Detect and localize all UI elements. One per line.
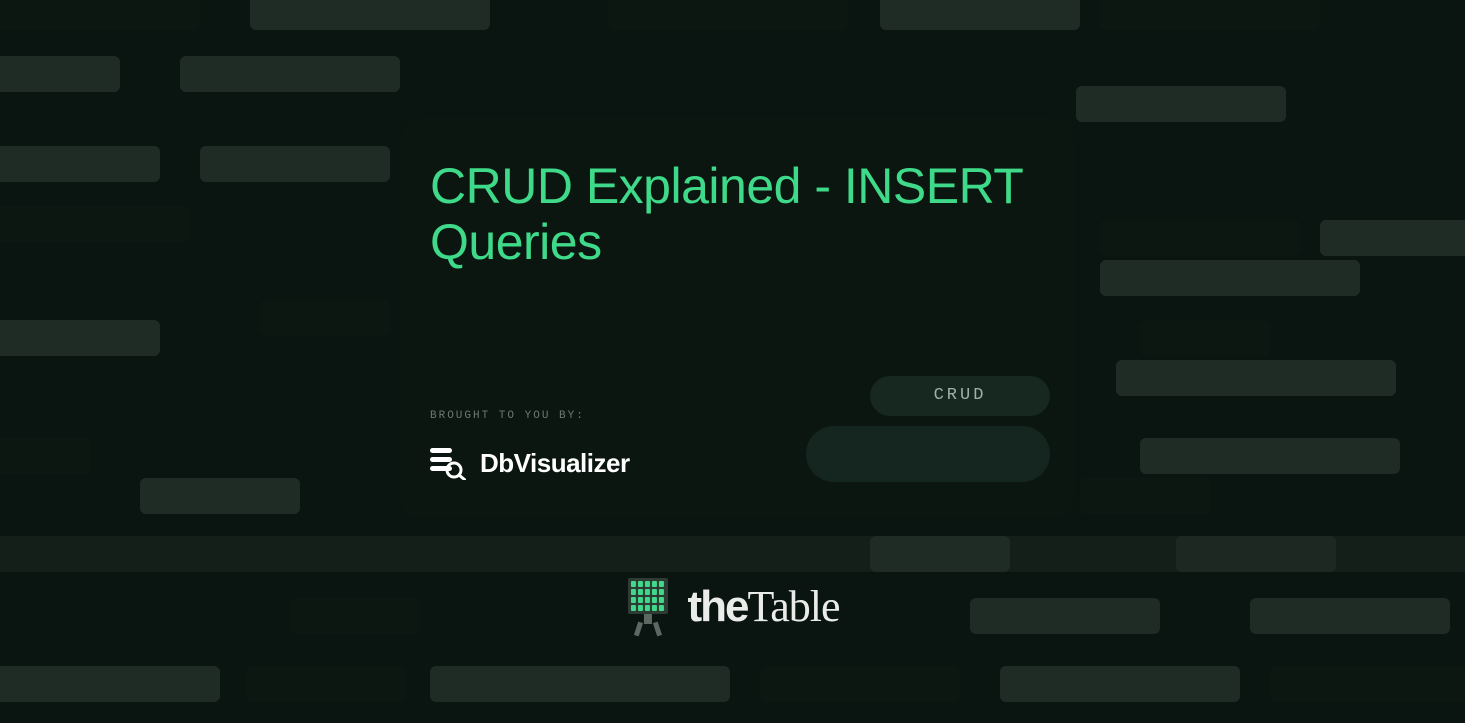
- sponsor-block: DbVisualizer: [430, 446, 630, 480]
- tag-pill: CRUD: [870, 376, 1050, 416]
- tag-pill-placeholder: [806, 426, 1050, 482]
- article-tags: CRUD: [806, 376, 1050, 482]
- article-title: CRUD Explained - INSERT Queries: [430, 158, 1044, 270]
- article-card: CRUD Explained - INSERT Queries BROUGHT …: [400, 118, 1074, 518]
- site-logo: theTable: [625, 578, 839, 634]
- sponsor-name: DbVisualizer: [480, 448, 630, 479]
- thetable-logo-icon: [625, 578, 669, 634]
- site-logo-text: theTable: [687, 581, 839, 632]
- sponsor-prefix-label: BROUGHT TO YOU BY:: [430, 410, 585, 422]
- dbvisualizer-logo-icon: [430, 446, 466, 480]
